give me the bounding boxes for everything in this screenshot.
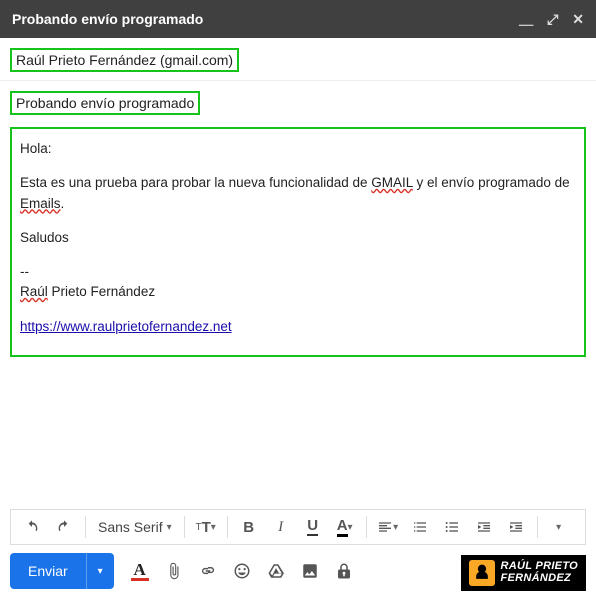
bold-button[interactable]: B [234,513,264,541]
redo-button[interactable] [49,513,79,541]
chevron-down-icon: ▾ [556,522,561,533]
indent-more-button[interactable] [501,513,531,541]
signature-link[interactable]: https://www.raulprietofernandez.net [20,319,232,334]
underline-glyph: U [307,518,318,536]
font-name: Sans Serif [98,519,163,535]
divider [184,516,185,538]
link-icon[interactable] [198,561,218,581]
underline-button[interactable]: U [298,513,328,541]
text-color-button[interactable]: A [130,561,150,581]
bottom-icons: A [130,561,354,581]
more-formatting-button[interactable]: ▾ [544,513,574,541]
body-text: . [61,196,65,211]
minimize-icon[interactable]: ＿ [519,12,533,26]
font-size-button[interactable]: TT▾ [191,513,221,541]
logo-line2: FERNÁNDEZ [501,573,578,585]
divider [227,516,228,538]
brand-logo-text: RAÚL PRIETO FERNÁNDEZ [501,561,578,584]
body-emails: Emails [20,196,61,211]
recipient-chip[interactable]: Raúl Prieto Fernández (gmail.com) [10,48,239,72]
body-regards: Saludos [20,228,576,248]
compose-header: Probando envío programado ＿ ⤢ ✕ [0,0,596,38]
emoji-icon[interactable] [232,561,252,581]
confidential-icon[interactable] [334,561,354,581]
undo-button[interactable] [17,513,47,541]
bullet-list-button[interactable] [437,513,467,541]
sig-first: Raúl [20,284,48,299]
close-icon[interactable]: ✕ [572,12,584,26]
italic-button[interactable]: I [266,513,296,541]
indent-less-button[interactable] [469,513,499,541]
brand-logo: RAÚL PRIETO FERNÁNDEZ [461,555,586,591]
window-controls: ＿ ⤢ ✕ [519,12,584,26]
textcolor-glyph: A [337,517,348,537]
body-text: y el envío programado de [413,175,570,190]
chevron-down-icon: ▾ [211,522,216,533]
recipient-row[interactable]: Raúl Prieto Fernández (gmail.com) [0,38,596,81]
divider [366,516,367,538]
format-toolbar: Sans Serif ▾ TT▾ B I U A▾ ▾ ▾ [10,509,586,545]
sig-rest: Prieto Fernández [48,284,155,299]
send-options-button[interactable]: ▾ [86,553,114,589]
subject-row[interactable]: Probando envío programado [0,81,596,121]
align-button[interactable]: ▾ [373,513,403,541]
brand-logo-icon [469,560,495,586]
chevron-down-icon: ▾ [98,566,103,577]
body-paragraph: Esta es una prueba para probar la nueva … [20,173,576,214]
drive-icon[interactable] [266,561,286,581]
attach-icon[interactable] [164,561,184,581]
divider [85,516,86,538]
chevron-down-icon: ▾ [167,522,172,533]
message-body[interactable]: Hola: Esta es una prueba para probar la … [10,127,586,357]
subject-text[interactable]: Probando envío programado [10,91,200,115]
textcolor-glyph: A [131,562,149,581]
body-greeting: Hola: [20,139,576,159]
signature-name: Raúl Prieto Fernández [20,282,576,302]
expand-icon[interactable]: ⤢ [547,12,558,26]
send-button[interactable]: Enviar [10,553,86,589]
text-color-button[interactable]: A▾ [330,513,360,541]
body-text: Esta es una prueba para probar la nueva … [20,175,371,190]
divider [537,516,538,538]
chevron-down-icon: ▾ [393,522,398,533]
numbered-list-button[interactable] [405,513,435,541]
font-select[interactable]: Sans Serif ▾ [92,519,178,535]
compose-title: Probando envío programado [12,11,519,27]
body-gmail: GMAIL [371,175,413,190]
send-group: Enviar ▾ [10,553,114,589]
image-icon[interactable] [300,561,320,581]
signature-dash: -- [20,262,576,282]
signature-url-line: https://www.raulprietofernandez.net [20,317,576,337]
chevron-down-icon: ▾ [348,522,353,533]
